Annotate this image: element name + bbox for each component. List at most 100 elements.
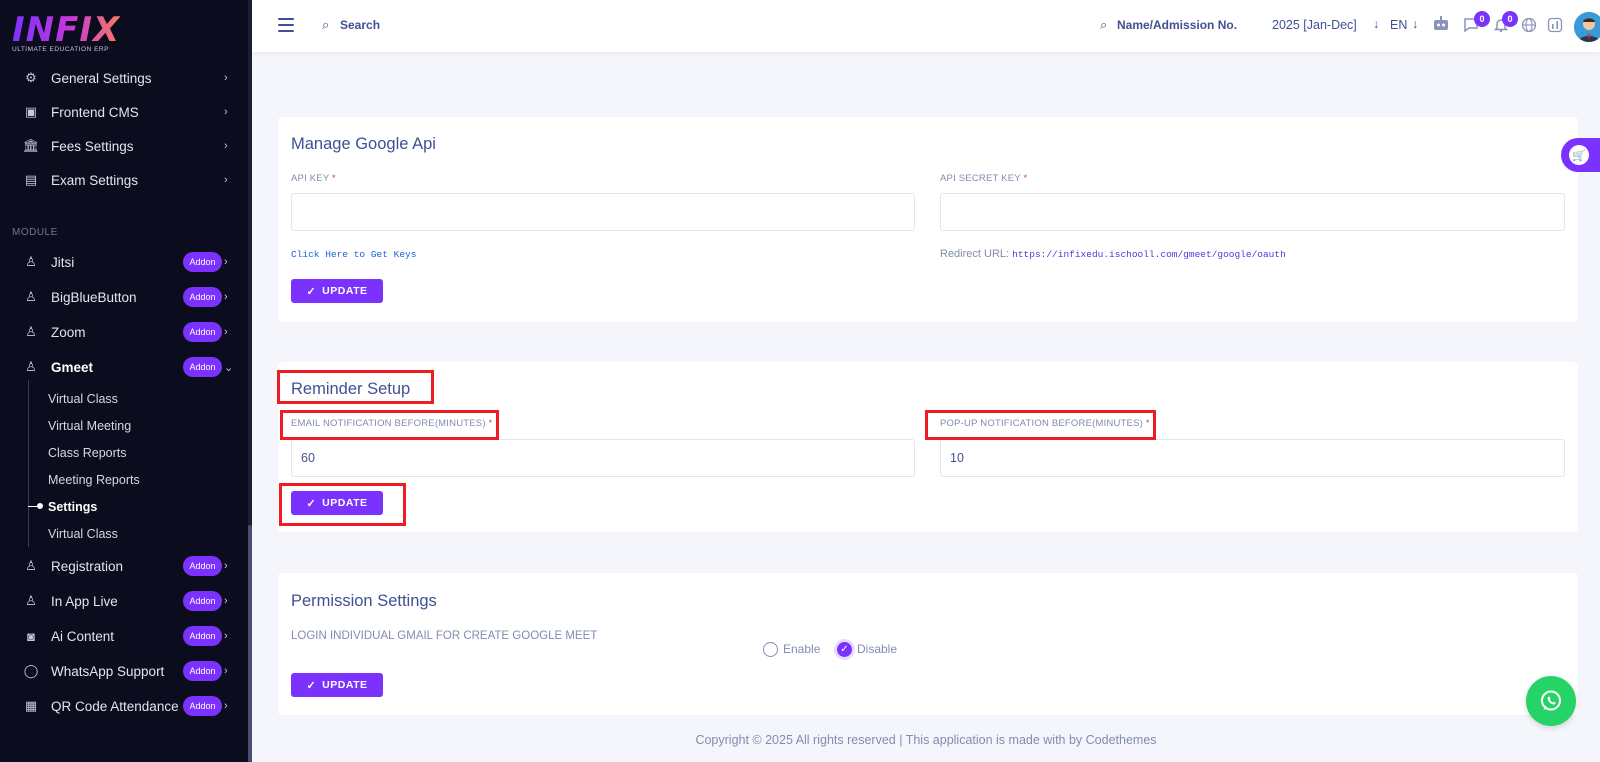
google-api-update-button[interactable]: ✓ UPDATE (291, 279, 383, 303)
cart-icon: 🛒 (1569, 145, 1589, 165)
sidebar-item-registration[interactable]: ♙ Registration Addon › (0, 551, 248, 581)
logo-text: INFIX (12, 10, 121, 50)
highlight-email-label (280, 410, 499, 440)
check-icon: ✓ (840, 644, 849, 655)
sidebar-scrollbar-thumb[interactable] (248, 525, 252, 762)
top-header: ⌕ ⌕ 2025 [Jan-Dec] ↓ EN ↓ 0 0 (252, 0, 1600, 52)
google-api-card: Manage Google Api API KEY * API SECRET K… (278, 117, 1578, 322)
enable-radio[interactable] (763, 642, 778, 657)
redirect-label: Redirect URL: (940, 248, 1010, 260)
gears-icon: ⚙ (25, 70, 37, 85)
submenu-virtual-meeting[interactable]: Virtual Meeting (48, 419, 131, 433)
chevron-right-icon: › (224, 106, 228, 118)
api-secret-label-text: API SECRET KEY (940, 173, 1021, 184)
student-search-input[interactable] (1117, 18, 1267, 32)
sidebar-item-general-settings[interactable]: ⚙ General Settings › (0, 63, 248, 93)
sidebar-item-qr-code-attendance[interactable]: ▦ QR Code Attendance Addon › (0, 691, 248, 721)
logo-tagline: ULTIMATE EDUCATION ERP (12, 46, 109, 53)
submenu-class-reports[interactable]: Class Reports (48, 446, 127, 460)
sidebar-item-exam-settings[interactable]: ▤ Exam Settings › (0, 165, 248, 195)
sidebar-item-label: In App Live (51, 593, 118, 609)
student-search-icon: ⌕ (1100, 17, 1108, 32)
addon-badge: Addon (183, 252, 222, 272)
addon-badge: Addon (183, 626, 222, 646)
sidebar-item-label: QR Code Attendance (51, 698, 179, 714)
google-api-title: Manage Google Api (291, 135, 436, 153)
user-avatar[interactable] (1574, 12, 1600, 42)
floating-cart-button[interactable]: 🛒 (1561, 138, 1600, 172)
sidebar-item-jitsi[interactable]: ♙ Jitsi Addon › (0, 247, 248, 277)
chevron-right-icon: › (224, 665, 228, 677)
submenu-virtual-class[interactable]: Virtual Class (48, 392, 118, 406)
chevron-right-icon: › (224, 700, 228, 712)
sidebar-item-zoom[interactable]: ♙ Zoom Addon › (0, 317, 248, 347)
highlight-reminder-title (277, 370, 434, 404)
permission-card: Permission Settings LOGIN INDIVIDUAL GMA… (278, 573, 1578, 715)
api-secret-input[interactable] (940, 193, 1565, 231)
update-label: UPDATE (322, 679, 368, 691)
monitor-icon: ▣ (24, 104, 38, 119)
addon-badge: Addon (183, 322, 222, 342)
globe-icon[interactable] (1520, 16, 1538, 34)
sidebar-scrollbar[interactable] (248, 0, 252, 762)
chevron-right-icon: › (224, 291, 228, 303)
robot-icon[interactable] (1432, 15, 1450, 33)
update-label: UPDATE (322, 285, 368, 297)
chevron-right-icon: › (224, 174, 228, 186)
api-key-input[interactable] (291, 193, 915, 231)
disable-radio[interactable]: ✓ (837, 642, 852, 657)
chevron-right-icon: › (224, 595, 228, 607)
email-notification-input[interactable] (291, 439, 915, 477)
reminder-card: Reminder Setup EMAIL NOTIFICATION BEFORE… (278, 362, 1578, 532)
popup-notification-input[interactable] (940, 439, 1565, 477)
search-icon: ⌕ (322, 17, 330, 32)
highlight-update-button (279, 483, 406, 526)
disable-label[interactable]: Disable (857, 642, 897, 656)
academic-year-select[interactable]: 2025 [Jan-Dec] (1272, 18, 1357, 32)
module-heading: MODULE (12, 227, 58, 238)
whatsapp-chat-button[interactable] (1526, 676, 1576, 726)
sidebar-item-gmeet[interactable]: ♙ Gmeet Addon ⌄ (0, 352, 248, 382)
chevron-right-icon: › (224, 560, 228, 572)
enable-label[interactable]: Enable (783, 642, 820, 656)
sidebar-item-bigbluebutton[interactable]: ♙ BigBlueButton Addon › (0, 282, 248, 312)
redirect-url-value[interactable]: https://infixedu.ischooll.com/gmeet/goog… (1012, 249, 1286, 260)
language-select[interactable]: EN (1390, 18, 1407, 32)
sidebar-item-label: WhatsApp Support (51, 663, 165, 679)
arrow-down-icon: ↓ (1412, 17, 1419, 31)
logo[interactable]: INFIX ULTIMATE EDUCATION ERP (12, 12, 120, 53)
submenu-virtual-class-2[interactable]: Virtual Class (48, 527, 118, 541)
redirect-url: Redirect URL: https://infixedu.ischooll.… (940, 248, 1286, 260)
addon-badge: Addon (183, 556, 222, 576)
bank-icon: 🏛 (22, 138, 40, 153)
required-mark: * (332, 173, 336, 184)
addon-badge: Addon (183, 696, 222, 716)
check-icon: ✓ (306, 679, 317, 692)
sidebar-item-frontend-cms[interactable]: ▣ Frontend CMS › (0, 97, 248, 127)
sidebar-item-fees-settings[interactable]: 🏛 Fees Settings › (0, 131, 248, 161)
sidebar-item-whatsapp-support[interactable]: ◯ WhatsApp Support Addon › (0, 656, 248, 686)
module-icon: ♙ (25, 558, 37, 573)
sidebar-item-label: BigBlueButton (51, 289, 137, 305)
dashboard-icon[interactable] (1546, 16, 1564, 34)
api-secret-label: API SECRET KEY * (940, 173, 1027, 184)
submenu-settings[interactable]: Settings (48, 500, 97, 514)
sidebar-item-in-app-live[interactable]: ♙ In App Live Addon › (0, 586, 248, 616)
search-input[interactable] (340, 18, 540, 32)
permission-update-button[interactable]: ✓ UPDATE (291, 673, 383, 697)
api-key-label-text: API KEY (291, 173, 330, 184)
sidebar-item-label: Zoom (51, 324, 86, 340)
get-keys-link[interactable]: Click Here to Get Keys (291, 249, 416, 260)
chevron-right-icon: › (224, 256, 228, 268)
chevron-right-icon: › (224, 326, 228, 338)
menu-toggle-icon[interactable] (278, 18, 294, 32)
robot-icon: ◙ (27, 628, 35, 644)
submenu-meeting-reports[interactable]: Meeting Reports (48, 473, 140, 487)
sidebar-item-ai-content[interactable]: ◙ Ai Content Addon › (0, 621, 248, 651)
sidebar-item-label: Registration (51, 558, 124, 574)
sidebar: INFIX ULTIMATE EDUCATION ERP ⚙ General S… (0, 0, 252, 762)
module-icon: ♙ (25, 289, 37, 304)
sidebar-item-label: Ai Content (51, 628, 115, 644)
notification-count-badge: 0 (1502, 11, 1518, 27)
chat-count-badge: 0 (1474, 11, 1490, 27)
